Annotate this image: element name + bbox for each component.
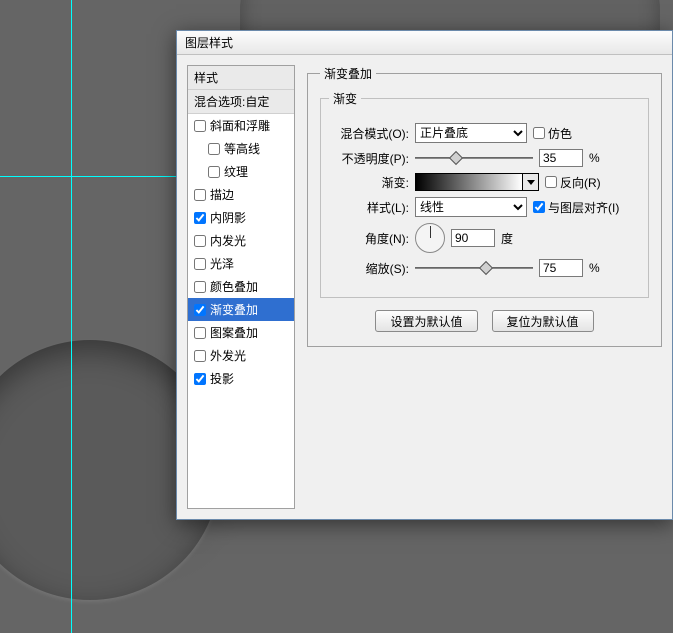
- align-input[interactable]: [533, 201, 545, 213]
- style-row-3[interactable]: 描边: [188, 183, 294, 206]
- scale-input[interactable]: [539, 259, 583, 277]
- dialog-titlebar[interactable]: 图层样式: [177, 31, 672, 55]
- style-label: 样式(L):: [329, 199, 409, 216]
- blend-mode-label: 混合模式(O):: [329, 125, 409, 142]
- set-default-button[interactable]: 设置为默认值: [375, 310, 477, 332]
- style-label: 颜色叠加: [210, 278, 258, 295]
- dither-checkbox[interactable]: 仿色: [533, 125, 572, 142]
- reverse-input[interactable]: [545, 176, 557, 188]
- opacity-label: 不透明度(P):: [329, 150, 409, 167]
- style-label: 描边: [210, 186, 234, 203]
- blend-options-row[interactable]: 混合选项:自定: [188, 90, 294, 114]
- opacity-slider[interactable]: [415, 151, 533, 165]
- style-checkbox[interactable]: [194, 327, 206, 339]
- style-row-0[interactable]: 斜面和浮雕: [188, 114, 294, 137]
- layer-style-dialog: 图层样式 样式 混合选项:自定 斜面和浮雕等高线纹理描边内阴影内发光光泽颜色叠加…: [176, 30, 673, 520]
- angle-label: 角度(N):: [329, 230, 409, 247]
- style-checkbox[interactable]: [208, 143, 220, 155]
- guide-vertical: [71, 0, 72, 633]
- scale-slider[interactable]: [415, 261, 533, 275]
- reverse-label: 反向(R): [560, 174, 601, 191]
- style-checkbox[interactable]: [194, 120, 206, 132]
- gradient-label: 渐变:: [329, 174, 409, 191]
- style-row-9[interactable]: 图案叠加: [188, 321, 294, 344]
- dither-label: 仿色: [548, 125, 572, 142]
- style-label: 内发光: [210, 232, 246, 249]
- blend-options-label: 混合选项:自定: [194, 93, 269, 110]
- opacity-unit: %: [589, 151, 600, 165]
- angle-unit: 度: [501, 230, 513, 247]
- style-checkbox[interactable]: [208, 166, 220, 178]
- style-select[interactable]: 线性: [415, 197, 527, 217]
- style-checkbox[interactable]: [194, 281, 206, 293]
- style-label: 外发光: [210, 347, 246, 364]
- gradient-dropdown[interactable]: [523, 173, 539, 191]
- style-row-7[interactable]: 颜色叠加: [188, 275, 294, 298]
- align-label: 与图层对齐(I): [548, 199, 619, 216]
- blend-mode-select[interactable]: 正片叠底: [415, 123, 527, 143]
- style-label: 纹理: [224, 163, 248, 180]
- gradient-subgroup: 渐变 混合模式(O): 正片叠底 仿色 不透明度(P):: [320, 90, 649, 298]
- style-checkbox[interactable]: [194, 373, 206, 385]
- gradient-overlay-group: 渐变叠加 渐变 混合模式(O): 正片叠底 仿色 不透: [307, 65, 662, 347]
- style-label: 图案叠加: [210, 324, 258, 341]
- dialog-title: 图层样式: [185, 36, 233, 50]
- style-row-10[interactable]: 外发光: [188, 344, 294, 367]
- sub-title: 渐变: [329, 90, 361, 107]
- angle-input[interactable]: [451, 229, 495, 247]
- style-label: 光泽: [210, 255, 234, 272]
- style-label: 投影: [210, 370, 234, 387]
- settings-panel: 渐变叠加 渐变 混合模式(O): 正片叠底 仿色 不透: [307, 65, 672, 509]
- style-row-6[interactable]: 光泽: [188, 252, 294, 275]
- style-label: 渐变叠加: [210, 301, 258, 318]
- style-checkbox[interactable]: [194, 258, 206, 270]
- scale-label: 缩放(S):: [329, 260, 409, 277]
- style-label: 斜面和浮雕: [210, 117, 270, 134]
- styles-header: 样式: [188, 66, 294, 90]
- style-checkbox[interactable]: [194, 189, 206, 201]
- angle-dial[interactable]: [415, 223, 445, 253]
- reset-default-button[interactable]: 复位为默认值: [492, 310, 594, 332]
- chevron-down-icon: [527, 180, 535, 185]
- style-checkbox[interactable]: [194, 304, 206, 316]
- style-row-8[interactable]: 渐变叠加: [188, 298, 294, 321]
- scale-unit: %: [589, 261, 600, 275]
- style-label: 等高线: [224, 140, 260, 157]
- reverse-checkbox[interactable]: 反向(R): [545, 174, 601, 191]
- style-checkbox[interactable]: [194, 235, 206, 247]
- opacity-input[interactable]: [539, 149, 583, 167]
- gradient-swatch[interactable]: [415, 173, 523, 191]
- style-row-11[interactable]: 投影: [188, 367, 294, 390]
- style-row-5[interactable]: 内发光: [188, 229, 294, 252]
- style-row-4[interactable]: 内阴影: [188, 206, 294, 229]
- style-row-2[interactable]: 纹理: [188, 160, 294, 183]
- dither-input[interactable]: [533, 127, 545, 139]
- align-checkbox[interactable]: 与图层对齐(I): [533, 199, 619, 216]
- style-checkbox[interactable]: [194, 212, 206, 224]
- style-row-1[interactable]: 等高线: [188, 137, 294, 160]
- style-label: 内阴影: [210, 209, 246, 226]
- group-title: 渐变叠加: [320, 65, 376, 82]
- styles-list: 样式 混合选项:自定 斜面和浮雕等高线纹理描边内阴影内发光光泽颜色叠加渐变叠加图…: [187, 65, 295, 509]
- style-checkbox[interactable]: [194, 350, 206, 362]
